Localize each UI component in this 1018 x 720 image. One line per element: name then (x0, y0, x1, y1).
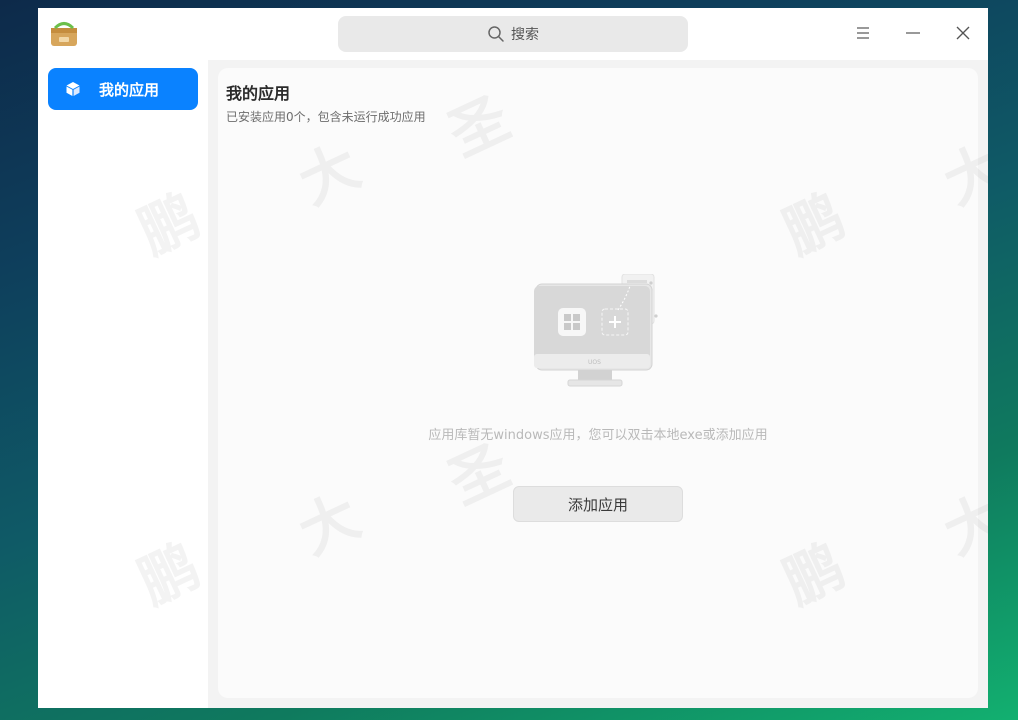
search-input[interactable]: 搜索 (338, 16, 688, 52)
sidebar-item-my-apps[interactable]: 我的应用 (48, 68, 198, 110)
page-title: 我的应用 (226, 84, 291, 103)
close-icon (956, 26, 970, 40)
menu-icon (857, 27, 869, 39)
minimize-icon (906, 32, 920, 34)
sidebar-item-label: 我的应用 (99, 80, 160, 99)
apps-panel: 我的应用 已安装应用0个，包含未运行成功应用 UOS 应用库暂无windows应… (218, 68, 978, 698)
menu-button[interactable] (850, 20, 876, 46)
sidebar: 我的应用 (38, 60, 208, 708)
app-store-logo-icon (51, 22, 77, 46)
empty-state-message: 应用库暂无windows应用，您可以双击本地exe或添加应用 (428, 428, 768, 443)
minimize-button[interactable] (900, 20, 926, 46)
title-bar: 搜索 (38, 8, 988, 60)
search-icon (488, 26, 504, 42)
illustration-brand-text: UOS (588, 359, 601, 366)
cube-icon (66, 82, 80, 96)
app-window: 搜索 我的应用 我的应用 已安装应用0个，包含未运行成功应用 UOS 应用库暂无… (38, 8, 988, 708)
empty-state-computer-icon: UOS (534, 274, 658, 387)
page-subtitle: 已安装应用0个，包含未运行成功应用 (226, 110, 426, 124)
close-button[interactable] (950, 20, 976, 46)
main-content: 我的应用 已安装应用0个，包含未运行成功应用 UOS 应用库暂无windows应… (208, 60, 988, 708)
search-placeholder: 搜索 (511, 27, 539, 43)
add-app-button[interactable]: 添加应用 (513, 486, 683, 522)
